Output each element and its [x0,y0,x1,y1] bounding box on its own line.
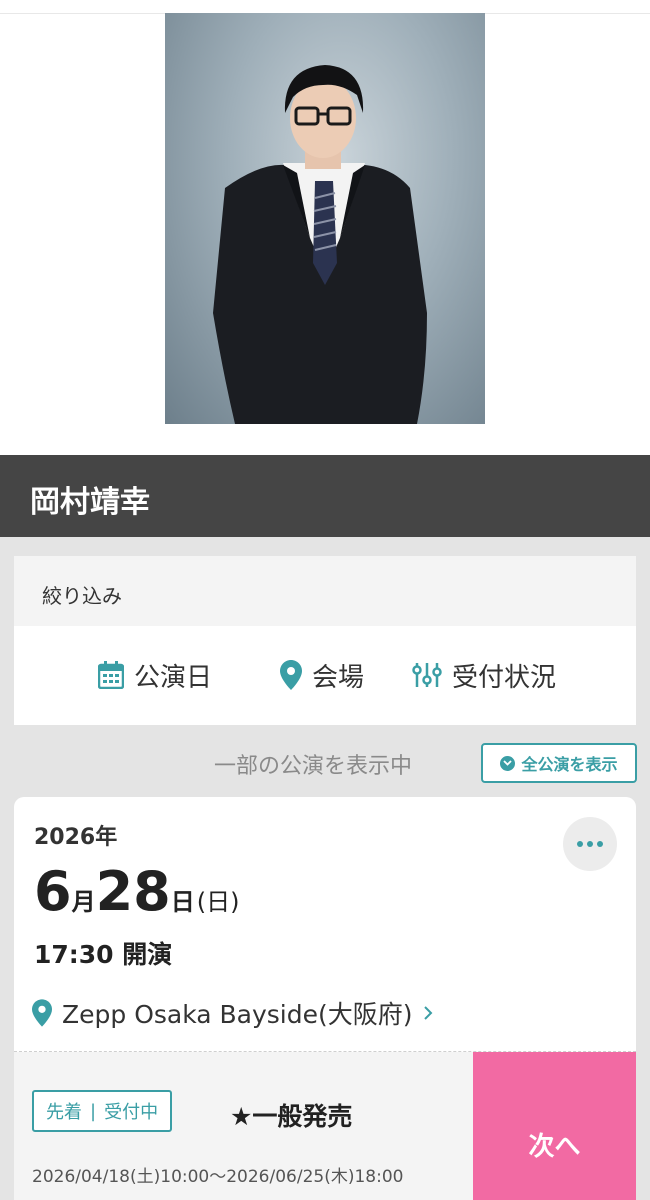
filter-date-button[interactable]: 公演日 [98,658,213,693]
show-all-label: 全公演を表示 [521,755,618,774]
filter-status-label: 受付状況 [452,662,557,693]
event-month: 6 [34,860,72,923]
partial-results-text: 一部の公演を表示中 [214,754,413,779]
event-weekday: (日) [196,888,240,916]
badge-separator: | [90,1100,97,1122]
chevron-down-icon [500,755,516,771]
sliders-icon [412,663,442,687]
filter-title: 絞り込み [42,584,122,608]
event-start-time: 17:30 開演 [34,940,173,969]
filter-date-label: 公演日 [134,662,213,693]
map-pin-icon [32,999,52,1027]
filter-venue-label: 会場 [312,662,365,693]
sale-info: 先着 | 受付中 ★一般発売 2026/04/18(土)10:00〜2026/0… [14,1052,473,1200]
map-pin-icon [280,660,302,690]
next-button-label: 次へ [528,1132,581,1162]
filter-panel: 絞り込み 公演日 会場 受付状況 [14,556,636,725]
event-date: 6 月 28 日 (日) [34,865,239,919]
event-card: 2026年 6 月 28 日 (日) 17:30 開演 Zepp Osaka B… [14,797,636,1200]
sale-status-label: 受付中 [104,1102,159,1123]
event-day: 28 [95,860,171,923]
filter-venue-button[interactable]: 会場 [280,658,365,693]
show-all-button[interactable]: 全公演を表示 [481,743,637,783]
next-button[interactable]: 次へ [473,1052,636,1200]
sale-status-badge: 先着 | 受付中 [32,1090,173,1132]
more-dot [587,841,593,847]
calendar-icon [98,661,124,689]
chevron-right-icon [423,1006,432,1020]
artist-header: 岡村靖幸 [0,455,650,537]
top-divider [0,0,650,14]
sale-name: ★一般発売 [230,1102,353,1131]
venue-name: Zepp Osaka Bayside(大阪府) [62,1000,413,1029]
sale-type-label: 先着 [46,1102,82,1123]
venue-link[interactable]: Zepp Osaka Bayside(大阪府) [32,995,433,1031]
artist-photo [165,13,485,424]
more-options-button[interactable] [563,817,617,871]
artist-name: 岡村靖幸 [30,485,150,520]
sale-period: 2026/04/18(土)10:00〜2026/06/25(木)18:00 [32,1167,404,1187]
more-dot [577,841,583,847]
filter-status-button[interactable]: 受付状況 [412,658,557,693]
event-month-unit: 月 [71,888,96,916]
more-dot [597,841,603,847]
event-year: 2026年 [34,825,118,850]
event-day-unit: 日 [170,888,195,916]
filter-header: 絞り込み [14,556,636,626]
